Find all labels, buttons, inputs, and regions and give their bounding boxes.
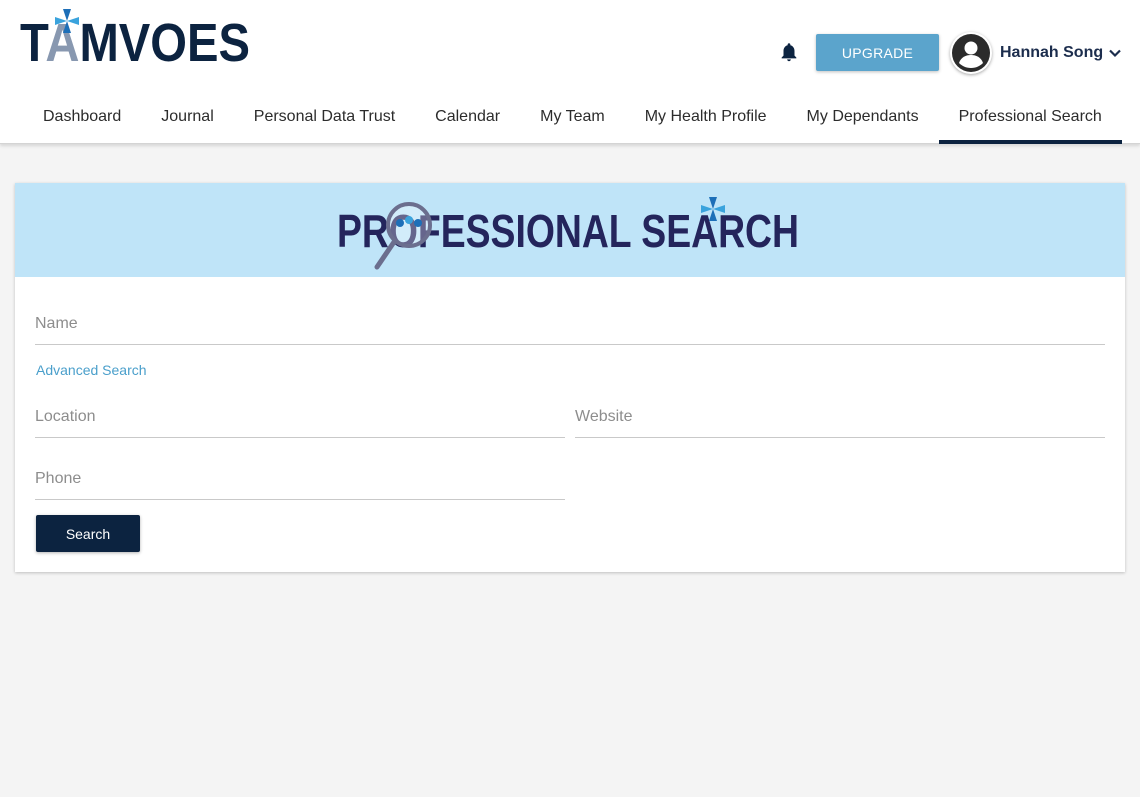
name-field [35,305,1105,345]
user-menu[interactable]: Hannah Song [950,32,1122,74]
professional-search-card: PROFESSIONAL SEARCH Advanced Search [15,183,1125,572]
app-header: TAMVOES UPGRADE Hannah Song Dashboard Jo… [0,0,1140,144]
nav-item-my-health-profile[interactable]: My Health Profile [625,95,787,144]
main-nav: Dashboard Journal Personal Data Trust Ca… [23,95,1122,144]
nav-item-personal-data-trust[interactable]: Personal Data Trust [234,95,415,144]
user-avatar-icon [950,32,992,74]
bell-icon[interactable] [778,41,800,63]
website-input[interactable] [575,398,1105,436]
search-button[interactable]: Search [36,515,140,552]
advanced-search-link[interactable]: Advanced Search [36,362,147,378]
nav-item-dashboard[interactable]: Dashboard [23,95,141,144]
location-input[interactable] [35,398,565,436]
nav-item-journal[interactable]: Journal [141,95,233,144]
upgrade-button[interactable]: UPGRADE [816,34,939,71]
name-input[interactable] [35,305,1105,343]
tamvoes-logo[interactable]: TAMVOES [20,8,252,64]
location-field [35,398,565,438]
nav-item-calendar[interactable]: Calendar [415,95,520,144]
professional-search-banner-title: PROFESSIONAL SEARCH [337,197,799,270]
nav-item-professional-search[interactable]: Professional Search [938,95,1122,144]
svg-text:TAMVOES: TAMVOES [20,13,250,64]
website-field [575,398,1105,438]
user-name: Hannah Song [1000,44,1104,61]
nav-item-my-dependants[interactable]: My Dependants [787,95,939,144]
search-banner: PROFESSIONAL SEARCH [15,183,1125,277]
phone-input[interactable] [35,460,565,498]
nav-item-my-team[interactable]: My Team [520,95,625,144]
chevron-down-icon [1109,49,1121,58]
phone-field [35,460,565,500]
